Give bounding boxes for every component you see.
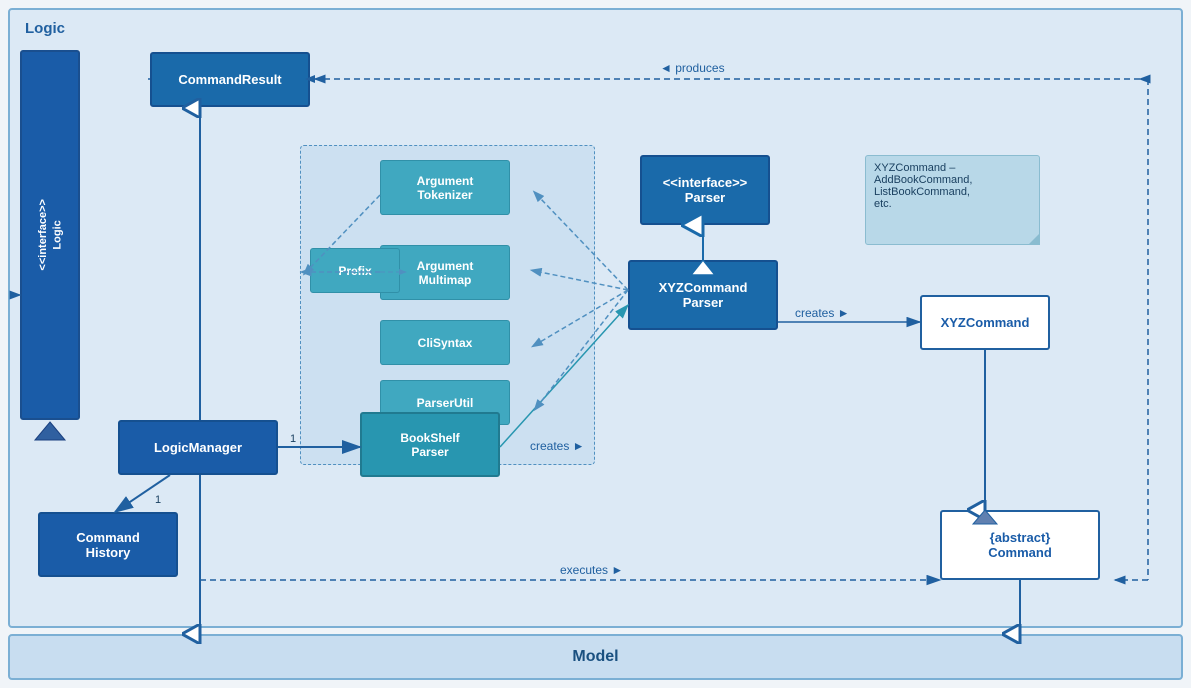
parser-util-label: ParserUtil (417, 396, 474, 410)
bookshelf-parser-label: BookShelfParser (400, 431, 459, 459)
arg-tokenizer-box: ArgumentTokenizer (380, 160, 510, 215)
bookshelf-parser-box: BookShelfParser (360, 412, 500, 477)
prefix-box: Prefix (310, 248, 400, 293)
interface-logic-label: <<interface>>Logic (36, 199, 65, 271)
arg-multimap-label: ArgumentMultimap (417, 259, 474, 287)
diagram-container: Logic Model <<interface>>Logic CommandRe… (0, 0, 1191, 688)
abstract-command-box: {abstract}Command (940, 510, 1100, 580)
xyz-command-parser-box: XYZCommandParser (628, 260, 778, 330)
prefix-label: Prefix (338, 264, 371, 278)
parser-interface-box: <<interface>>Parser (640, 155, 770, 225)
model-label: Model (572, 648, 618, 666)
abstract-command-label: {abstract}Command (988, 530, 1052, 560)
logic-manager-label: LogicManager (154, 440, 242, 455)
note-box: XYZCommand –AddBookCommand,ListBookComma… (865, 155, 1040, 245)
command-history-label: CommandHistory (76, 530, 140, 560)
cli-syntax-box: CliSyntax (380, 320, 510, 365)
command-history-box: CommandHistory (38, 512, 178, 577)
note-label: XYZCommand –AddBookCommand,ListBookComma… (874, 162, 972, 210)
cli-syntax-label: CliSyntax (418, 336, 473, 350)
command-result-label: CommandResult (178, 72, 281, 87)
command-result-box: CommandResult (150, 52, 310, 107)
logic-manager-box: LogicManager (118, 420, 278, 475)
xyz-command-parser-label: XYZCommandParser (659, 280, 748, 310)
arg-tokenizer-label: ArgumentTokenizer (417, 174, 474, 202)
parser-interface-label: <<interface>>Parser (663, 175, 748, 205)
model-box: Model (8, 634, 1183, 680)
logic-label: Logic (25, 20, 65, 37)
xyz-command-box: XYZCommand (920, 295, 1050, 350)
xyz-command-label: XYZCommand (941, 315, 1030, 330)
interface-logic-box: <<interface>>Logic (20, 50, 80, 420)
